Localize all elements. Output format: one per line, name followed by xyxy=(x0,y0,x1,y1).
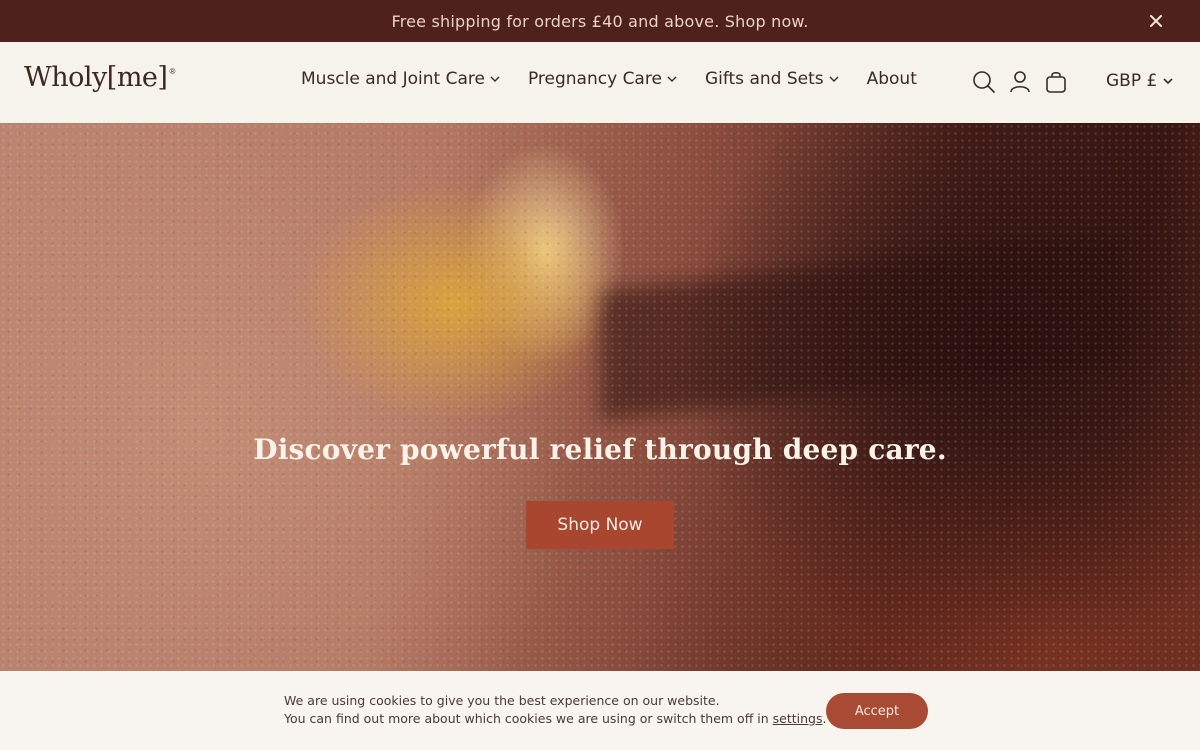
chevron-down-icon xyxy=(667,76,677,83)
cart-icon[interactable] xyxy=(1044,70,1068,94)
nav-item-gifts-sets[interactable]: Gifts and Sets xyxy=(705,69,839,89)
cookie-banner: We are using cookies to give you the bes… xyxy=(0,671,1200,750)
nav-item-pregnancy-care[interactable]: Pregnancy Care xyxy=(528,69,677,89)
nav-label: Muscle and Joint Care xyxy=(301,69,485,89)
hero-banner: Discover powerful relief through deep ca… xyxy=(0,123,1200,671)
cookie-message: We are using cookies to give you the bes… xyxy=(284,692,827,728)
header-icons xyxy=(972,70,1068,94)
nav-item-muscle-joint-care[interactable]: Muscle and Joint Care xyxy=(301,69,500,89)
account-icon[interactable] xyxy=(1008,70,1032,94)
close-icon[interactable] xyxy=(1146,11,1166,31)
nav-item-about[interactable]: About xyxy=(867,69,917,89)
nav-label: Gifts and Sets xyxy=(704,69,824,89)
announcement-text[interactable]: Free shipping for orders £40 and above. … xyxy=(391,12,808,31)
chevron-down-icon xyxy=(490,76,500,83)
chevron-down-icon xyxy=(1163,77,1173,85)
accept-cookies-button[interactable]: Accept xyxy=(826,693,928,729)
hero-image-texture xyxy=(0,123,1200,671)
cookie-line-1: We are using cookies to give you the bes… xyxy=(284,693,720,708)
site-header: Wholy[me] ® Muscle and Joint Care Pregna… xyxy=(0,42,1200,123)
announcement-bar: Free shipping for orders £40 and above. … xyxy=(0,0,1200,42)
logo[interactable]: Wholy[me] ® xyxy=(24,62,175,93)
currency-selector[interactable]: GBP £ xyxy=(1106,71,1173,91)
logo-text: Wholy[me] xyxy=(24,62,168,93)
currency-label: GBP £ xyxy=(1106,71,1158,91)
chevron-down-icon xyxy=(829,76,839,83)
search-icon[interactable] xyxy=(972,70,996,94)
nav-label: Pregnancy Care xyxy=(527,69,662,89)
main-nav: Muscle and Joint Care Pregnancy Care Gif… xyxy=(301,69,917,89)
cookie-line-2: You can find out more about which cookie… xyxy=(284,710,827,728)
shop-now-button[interactable]: Shop Now xyxy=(526,501,674,549)
registered-mark: ® xyxy=(169,67,175,76)
nav-label: About xyxy=(866,69,917,89)
cookie-settings-link[interactable]: settings xyxy=(773,711,823,726)
cookie-line-2-text: You can find out more about which cookie… xyxy=(284,711,773,726)
hero-title: Discover powerful relief through deep ca… xyxy=(253,433,947,466)
